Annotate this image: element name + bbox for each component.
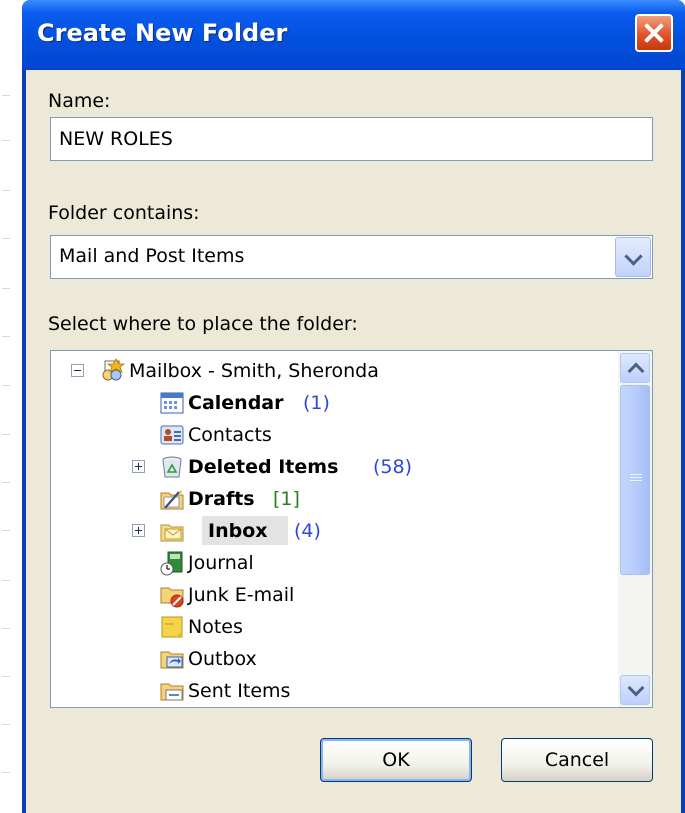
contacts-icon — [160, 425, 184, 445]
scroll-down-button[interactable] — [620, 675, 650, 705]
tree-item-label: Contacts — [188, 424, 272, 446]
folder-contains-label: Folder contains: — [48, 202, 200, 224]
tree-item-label: Journal — [188, 552, 254, 574]
dialog-body: Name: Folder contains: Mail and Post Ite… — [26, 70, 681, 813]
sent-icon — [160, 683, 184, 701]
tree-item-label: Outbox — [188, 648, 257, 670]
tree-item-deleted-items[interactable]: Deleted Items (58) — [51, 451, 616, 483]
draft-count: [1] — [273, 488, 300, 510]
tree-root-mailbox[interactable]: Mailbox - Smith, Sheronda — [51, 355, 616, 387]
outbox-icon — [160, 651, 184, 669]
close-icon[interactable] — [635, 14, 673, 52]
tree-root-label: Mailbox - Smith, Sheronda — [129, 360, 379, 382]
tree-item-label: Notes — [188, 616, 243, 638]
name-input[interactable] — [50, 117, 653, 161]
grip-line — [630, 477, 642, 478]
dropdown-button[interactable] — [615, 237, 651, 277]
name-label: Name: — [48, 90, 111, 112]
title-bar: Create New Folder — [22, 0, 685, 70]
junk-icon — [160, 587, 184, 608]
calendar-icon — [160, 392, 184, 414]
unread-count: (58) — [373, 456, 413, 478]
tree-item-junk-email[interactable]: Junk E-mail — [51, 579, 616, 611]
trash-icon — [162, 456, 182, 478]
cancel-button[interactable]: Cancel — [501, 738, 653, 782]
folder-tree[interactable]: Mailbox - Smith, Sheronda Calendar (1) C… — [50, 350, 653, 708]
tree-item-sent-items[interactable]: Sent Items — [51, 675, 616, 707]
tree-item-label: Junk E-mail — [188, 584, 295, 606]
expand-icon[interactable] — [132, 460, 145, 473]
tree-item-label: Inbox — [208, 520, 268, 542]
unread-count: (4) — [294, 520, 321, 542]
chevron-down-icon — [627, 679, 645, 697]
tree-item-label: Drafts — [188, 488, 255, 510]
folder-contains-select[interactable]: Mail and Post Items — [50, 235, 653, 279]
grip-line — [630, 480, 642, 481]
create-new-folder-dialog: Create New Folder Name: Folder contains:… — [22, 0, 685, 813]
tree-scrollbar[interactable] — [618, 351, 652, 707]
dialog-title: Create New Folder — [37, 19, 288, 47]
grip-icon — [630, 474, 642, 475]
mailbox-icon — [102, 358, 125, 381]
tree-item-outbox[interactable]: Outbox — [51, 643, 616, 675]
notes-icon — [161, 616, 183, 638]
tree-item-label: Sent Items — [188, 680, 291, 702]
tree-item-label: Calendar — [188, 392, 284, 414]
place-folder-label: Select where to place the folder: — [48, 313, 358, 335]
folder-contains-value: Mail and Post Items — [59, 245, 245, 267]
drafts-icon — [160, 490, 184, 510]
tree-item-journal[interactable]: Journal — [51, 547, 616, 579]
tree-item-label: Deleted Items — [188, 456, 339, 478]
chevron-down-icon — [624, 247, 643, 266]
scroll-up-button[interactable] — [620, 353, 650, 383]
scroll-thumb[interactable] — [620, 385, 650, 575]
unread-count: (1) — [303, 392, 330, 414]
tree-item-calendar[interactable]: Calendar (1) — [51, 387, 616, 419]
ok-button[interactable]: OK — [320, 738, 472, 782]
tree-item-contacts[interactable]: Contacts — [51, 419, 616, 451]
chevron-up-icon — [627, 362, 645, 380]
tree-item-notes[interactable]: Notes — [51, 611, 616, 643]
tree-item-inbox[interactable]: Inbox (4) — [51, 515, 616, 547]
tree-item-drafts[interactable]: Drafts [1] — [51, 483, 616, 515]
inbox-icon — [160, 524, 184, 542]
expand-icon[interactable] — [132, 524, 145, 537]
collapse-icon[interactable] — [71, 364, 84, 377]
journal-icon — [160, 551, 183, 576]
